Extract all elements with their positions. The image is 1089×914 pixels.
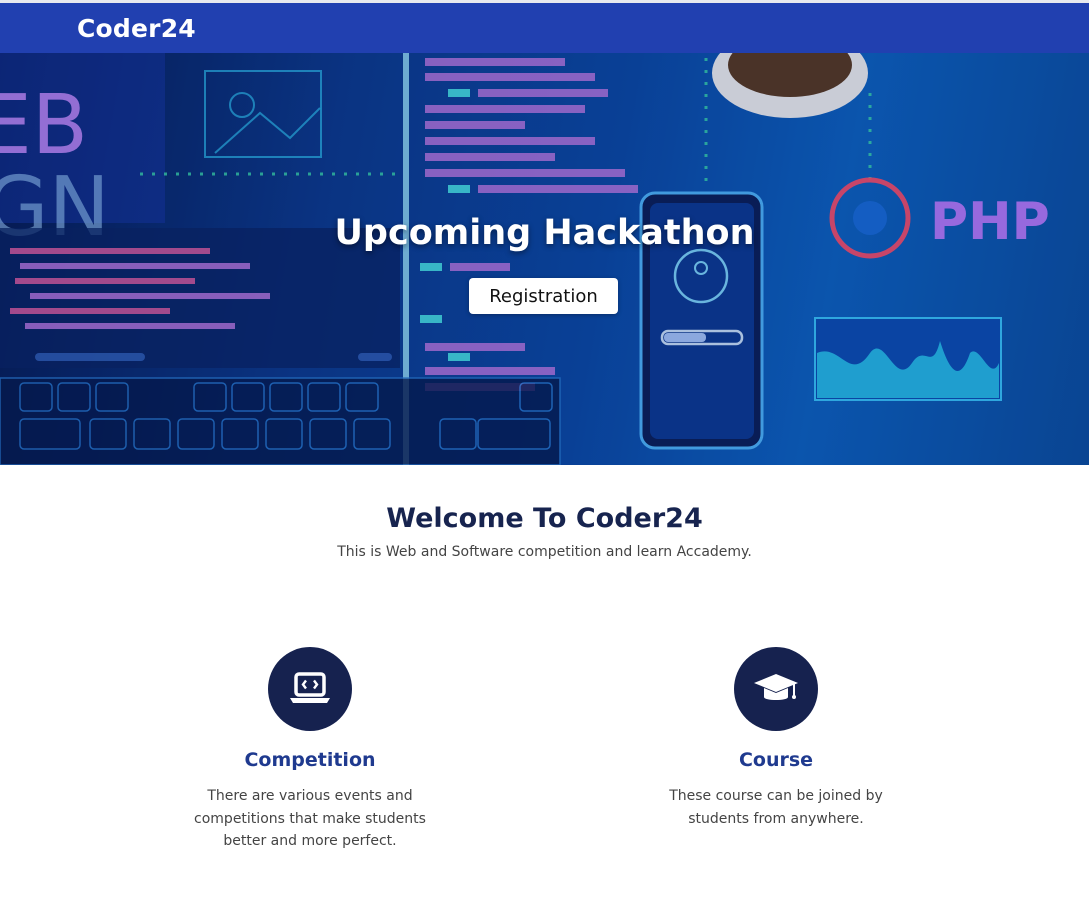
feature-icon-circle xyxy=(268,647,352,731)
navbar: Coder24 xyxy=(0,3,1089,53)
brand-logo-link[interactable]: Coder24 xyxy=(77,14,196,43)
feature-description: There are various events and competition… xyxy=(194,788,426,849)
feature-title: Course xyxy=(738,749,814,771)
feature-description: These course can be joined by students f… xyxy=(669,788,883,827)
hero-background-illustration: EB GN PHP xyxy=(0,53,1089,465)
feature-icon-circle xyxy=(734,647,818,731)
welcome-title: Welcome To Coder24 xyxy=(386,503,703,534)
welcome-subtitle: This is Web and Software competition and… xyxy=(337,544,752,560)
laptop-code-icon xyxy=(290,672,330,703)
feature-competition: Competition There are various events and… xyxy=(160,647,460,853)
feature-title: Competition xyxy=(244,749,376,771)
registration-button[interactable]: Registration xyxy=(469,278,618,314)
hero-banner: EB GN PHP Upcoming Hackathon Registratio… xyxy=(0,53,1089,465)
graduation-cap-icon xyxy=(754,674,798,700)
hero-title: Upcoming Hackathon xyxy=(334,213,755,253)
feature-course: Course These course can be joined by stu… xyxy=(626,647,926,830)
